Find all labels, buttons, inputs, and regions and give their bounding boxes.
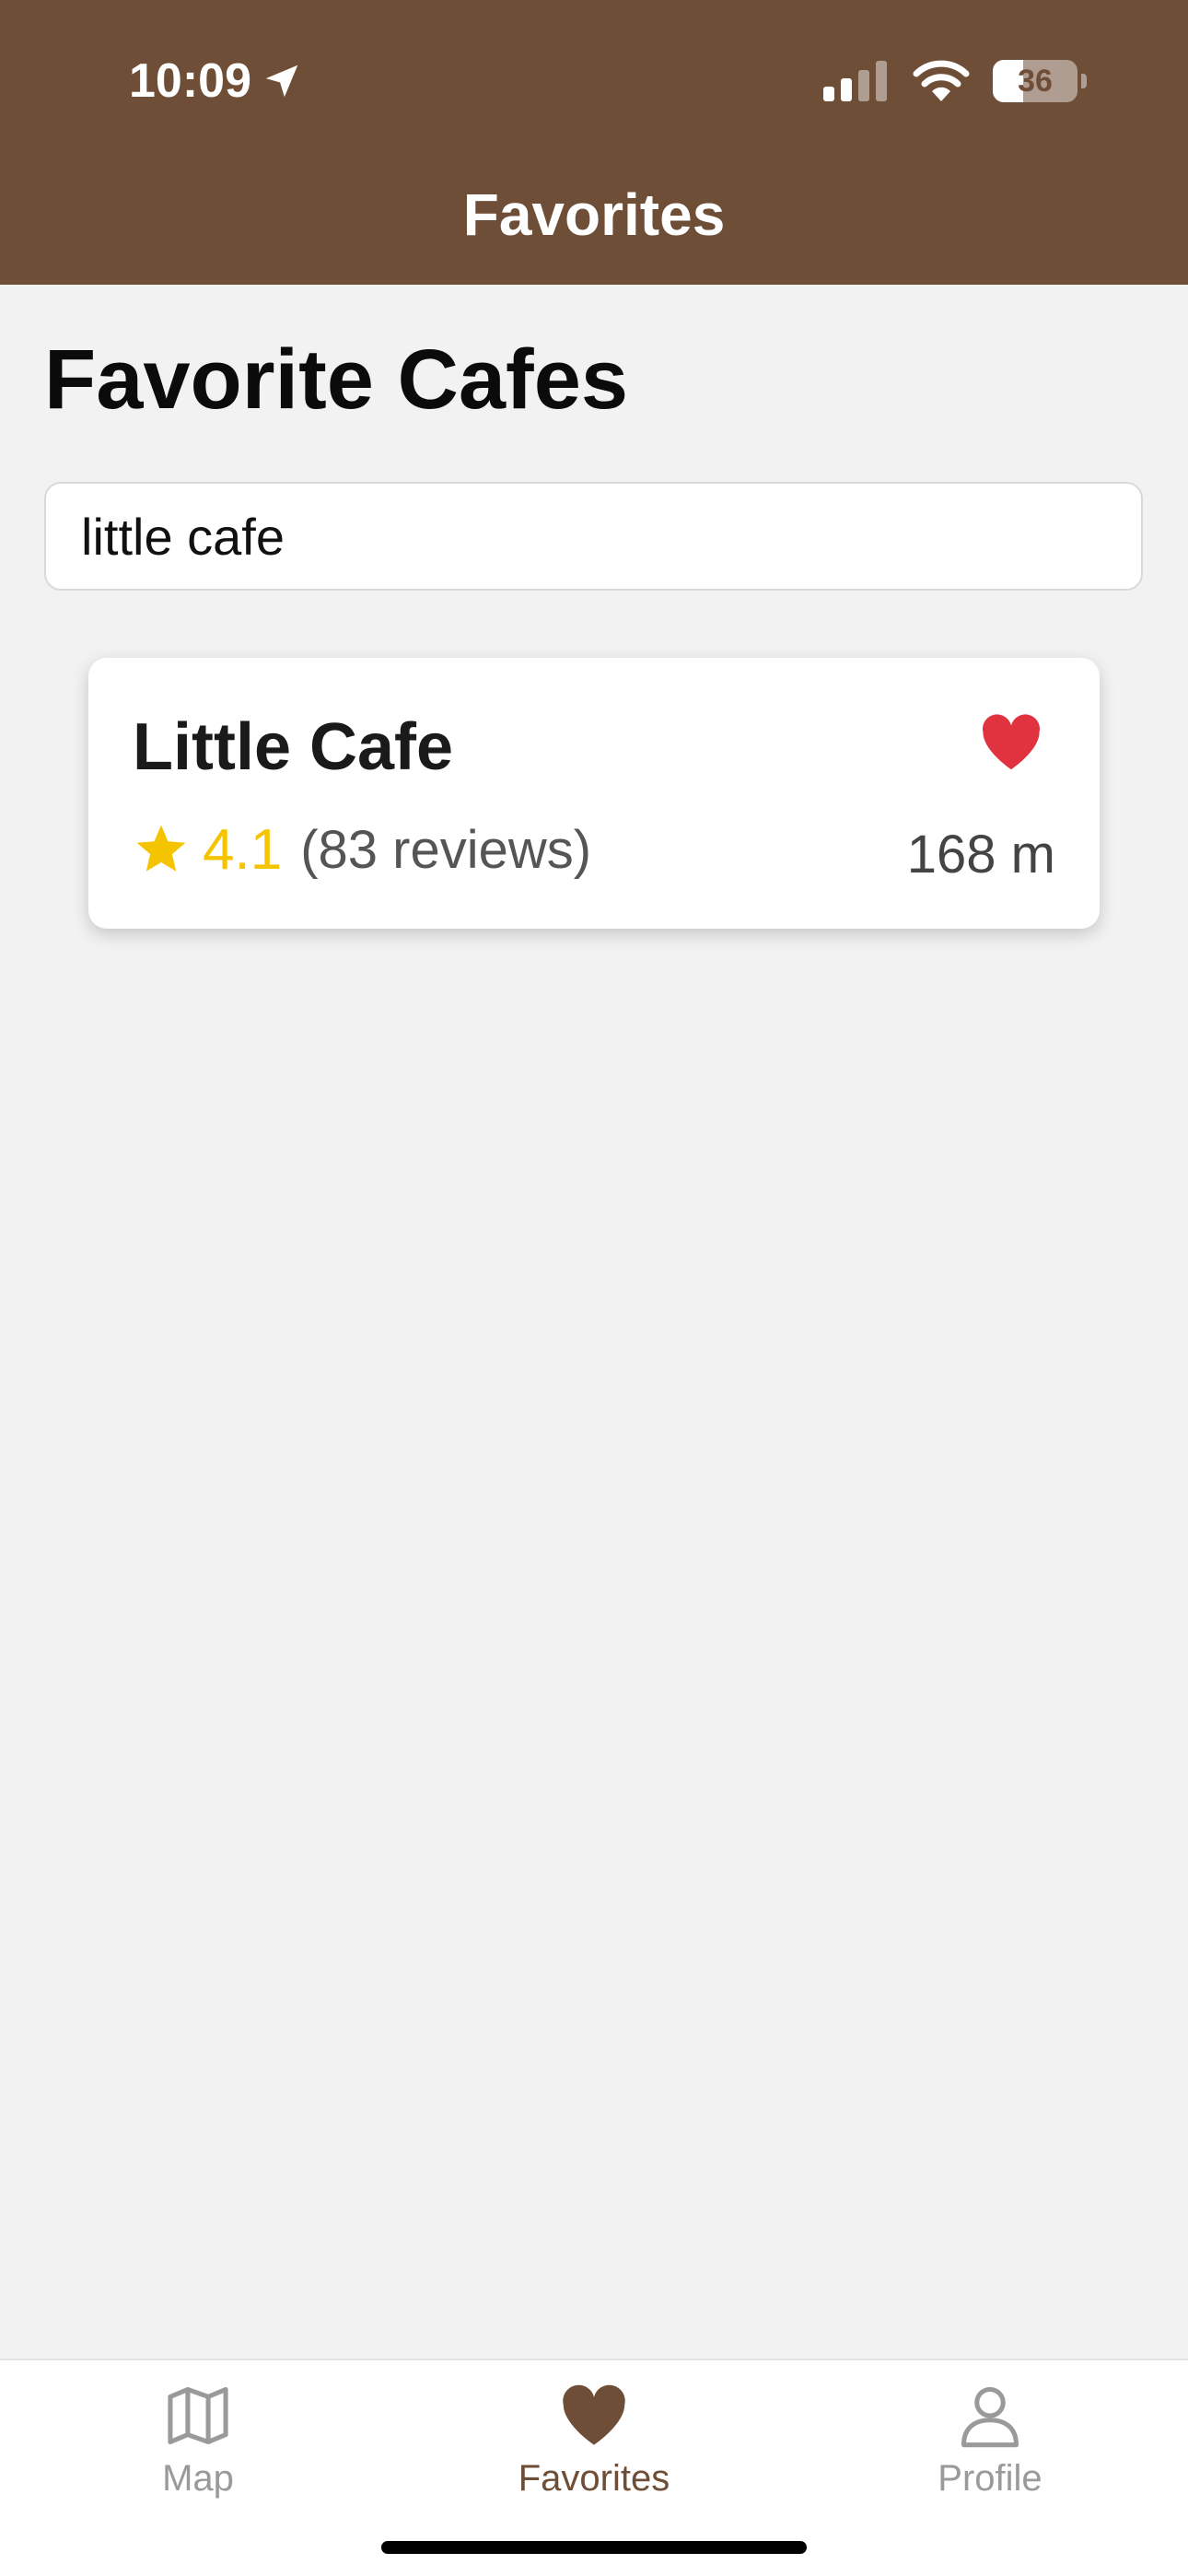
tab-map-label: Map bbox=[162, 2458, 234, 2499]
tab-map[interactable]: Map bbox=[60, 2371, 336, 2519]
tab-favorites-label: Favorites bbox=[518, 2458, 670, 2499]
wifi-icon bbox=[913, 60, 970, 101]
app-root: 10:09 36 Favorites Favorite Cafes little… bbox=[0, 0, 1188, 2576]
battery-percent: 36 bbox=[1018, 63, 1053, 99]
home-indicator bbox=[381, 2541, 807, 2554]
distance: 168 m bbox=[906, 825, 1055, 884]
heart-icon bbox=[563, 2384, 625, 2445]
cafe-card[interactable]: Little Cafe 4.1 (83 reviews) 168 m bbox=[88, 658, 1100, 929]
location-arrow-icon bbox=[265, 64, 298, 98]
nav-title: Favorites bbox=[462, 181, 726, 248]
heart-icon[interactable] bbox=[978, 713, 1044, 772]
tab-profile-label: Profile bbox=[938, 2458, 1042, 2499]
battery-icon: 36 bbox=[993, 60, 1077, 102]
status-time: 10:09 bbox=[129, 48, 303, 114]
review-count: (83 reviews) bbox=[300, 819, 592, 880]
search-input[interactable] bbox=[44, 482, 1143, 591]
rating-row: 4.1 (83 reviews) bbox=[133, 813, 591, 886]
status-indicators: 36 bbox=[823, 52, 1087, 111]
page-title: Favorite Cafes bbox=[44, 333, 629, 427]
rating-value: 4.1 bbox=[203, 817, 283, 882]
person-icon bbox=[961, 2386, 1019, 2448]
map-icon bbox=[168, 2386, 228, 2445]
cafe-name: Little Cafe bbox=[133, 710, 454, 784]
tab-profile[interactable]: Profile bbox=[852, 2371, 1128, 2519]
star-icon bbox=[136, 825, 186, 872]
tab-favorites[interactable]: Favorites bbox=[456, 2371, 732, 2519]
cellular-signal-icon bbox=[823, 61, 887, 101]
status-time-label: 10:09 bbox=[129, 54, 251, 108]
header: 10:09 36 Favorites bbox=[0, 0, 1188, 285]
battery-nub bbox=[1081, 74, 1087, 88]
